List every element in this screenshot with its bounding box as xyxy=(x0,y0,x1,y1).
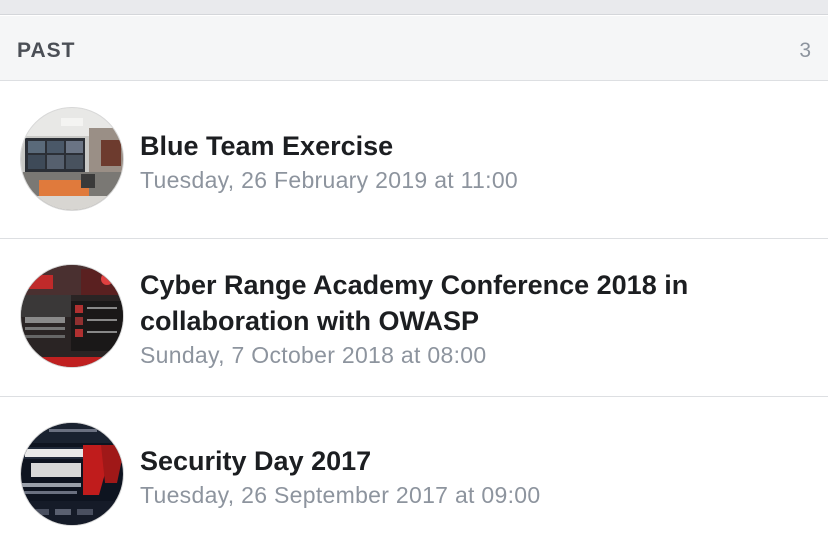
event-date: Sunday, 7 October 2018 at 08:00 xyxy=(140,342,487,368)
section-title: PAST xyxy=(17,39,76,62)
event-date: Tuesday, 26 September 2017 at 09:00 xyxy=(140,482,541,508)
section-count: 3 xyxy=(799,39,811,62)
event-title[interactable]: Cyber Range Academy Conference 2018 in c… xyxy=(140,267,768,339)
event-thumbnail[interactable] xyxy=(20,422,124,526)
event-date: Tuesday, 26 February 2019 at 11:00 xyxy=(140,167,519,193)
event-thumbnail[interactable] xyxy=(20,264,124,368)
event-title[interactable]: Security Day 2017 xyxy=(140,443,768,479)
classroom-photo-icon xyxy=(21,108,123,210)
event-thumbnail[interactable] xyxy=(20,107,124,211)
top-strip xyxy=(0,0,828,15)
conference-poster-icon xyxy=(21,265,123,367)
event-row-security-day-2017[interactable]: Security Day 2017 Tuesday, 26 September … xyxy=(0,397,828,547)
event-text: Blue Team Exercise Tuesday, 26 February … xyxy=(140,128,768,196)
event-text: Cyber Range Academy Conference 2018 in c… xyxy=(140,267,768,371)
event-title[interactable]: Blue Team Exercise xyxy=(140,128,768,164)
event-row-cyber-range-conference[interactable]: Cyber Range Academy Conference 2018 in c… xyxy=(0,239,828,397)
section-header: PAST 3 xyxy=(0,16,828,81)
event-row-blue-team-exercise[interactable]: Blue Team Exercise Tuesday, 26 February … xyxy=(0,82,828,239)
event-text: Security Day 2017 Tuesday, 26 September … xyxy=(140,443,768,511)
security-day-poster-icon xyxy=(21,423,123,525)
event-list: Blue Team Exercise Tuesday, 26 February … xyxy=(0,82,828,547)
